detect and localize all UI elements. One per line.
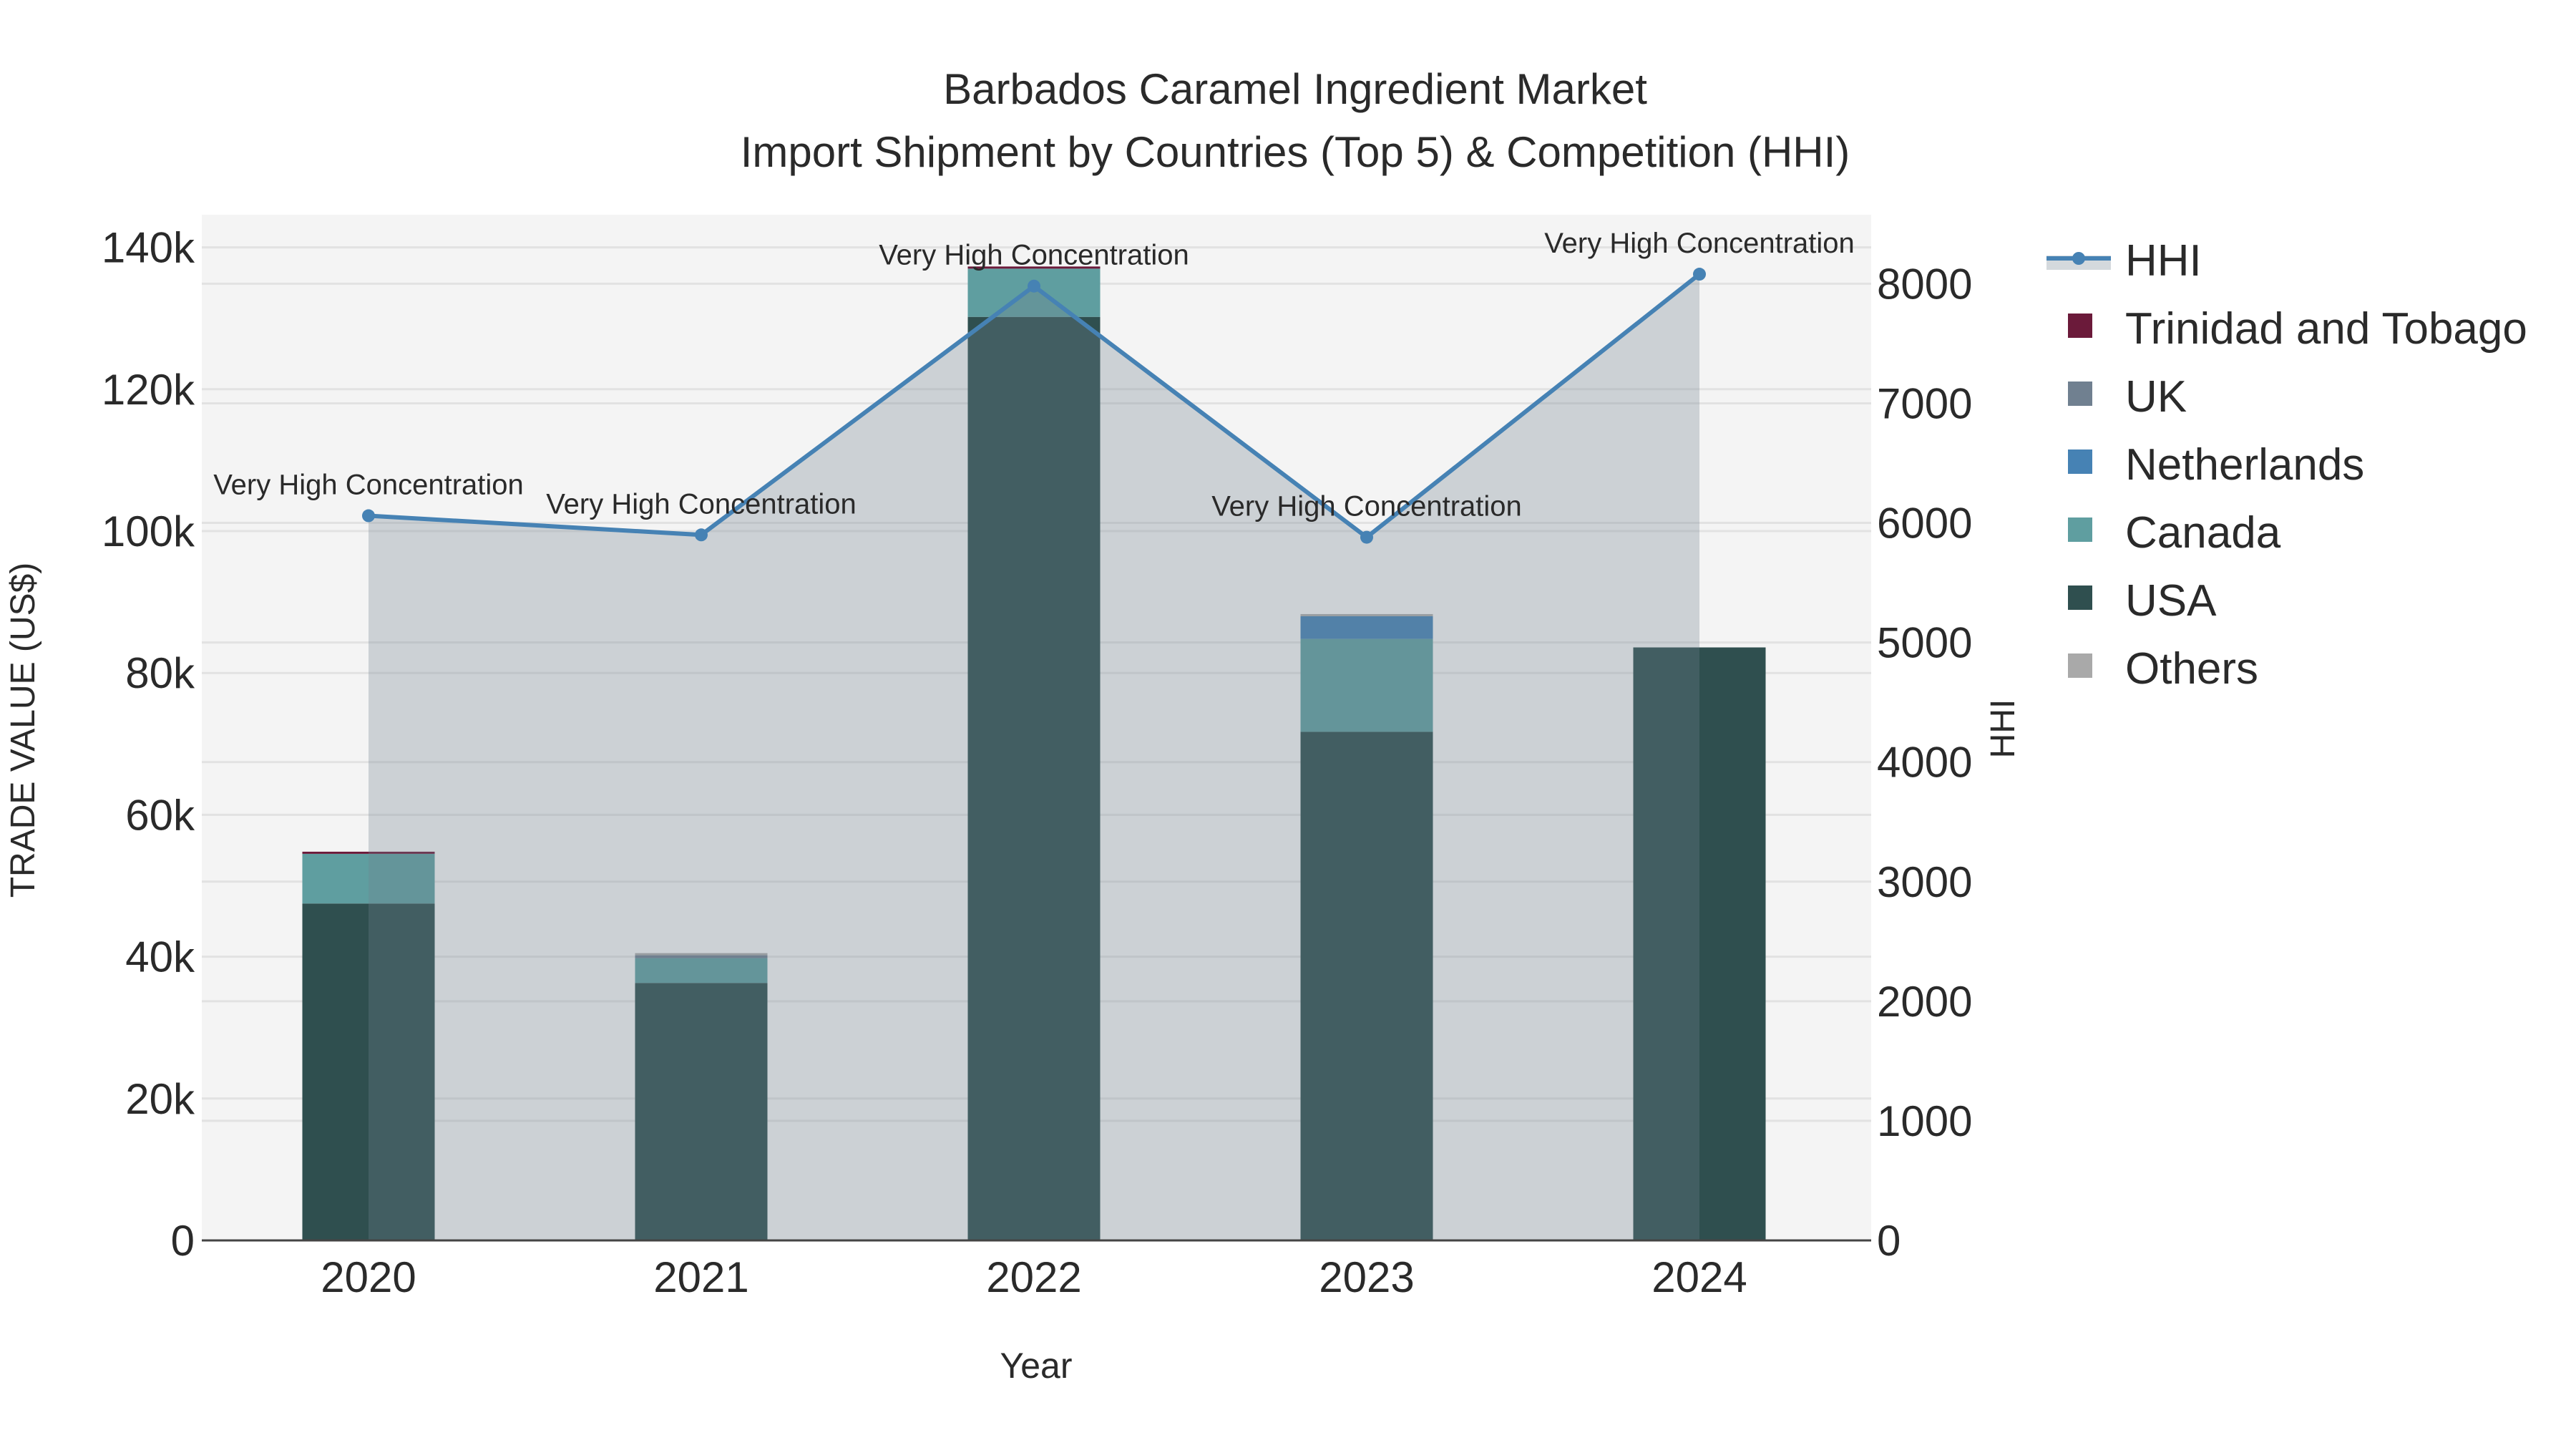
x-tick-label: 2021 [653, 1253, 748, 1301]
legend-label-netherlands: Netherlands [2125, 440, 2364, 490]
legend-swatch-canada [2068, 517, 2092, 542]
y2-tick-label: 7000 [1877, 379, 1972, 427]
y-tick-label: 80k [125, 649, 195, 697]
y-tick-label: 0 [171, 1217, 195, 1265]
legend-swatch-usa [2068, 585, 2092, 610]
chart-title-line2: Import Shipment by Countries (Top 5) & C… [741, 128, 1850, 176]
legend-swatch-uk [2068, 382, 2092, 406]
legend-swatch-trinidad-and-tobago [2068, 314, 2092, 338]
x-axis-ticks: 2020 2021 2022 2023 2024 [321, 1253, 1747, 1301]
legend-swatch-others [2068, 653, 2092, 678]
hhi-annotation: Very High Concentration [1544, 228, 1855, 259]
legend-label-trinidad-and-tobago: Trinidad and Tobago [2125, 304, 2527, 354]
y2-tick-label: 5000 [1877, 619, 1972, 667]
hhi-annotation: Very High Concentration [213, 470, 524, 501]
legend-swatch-hhi-marker [2072, 252, 2085, 265]
y-tick-label: 120k [102, 366, 195, 414]
y-tick-label: 100k [102, 507, 195, 555]
x-tick-label: 2023 [1319, 1253, 1414, 1301]
hhi-annotation: Very High Concentration [1211, 491, 1522, 523]
y-tick-label: 60k [125, 791, 195, 839]
chart: Very High Concentration Very High Concent… [4, 65, 2527, 1386]
hhi-annotation: Very High Concentration [546, 488, 857, 520]
y2-tick-label: 6000 [1877, 500, 1972, 548]
legend-label-canada: Canada [2125, 508, 2281, 558]
x-tick-label: 2024 [1652, 1253, 1747, 1301]
legend-label-uk: UK [2125, 372, 2187, 422]
legend-label-hhi: HHI [2125, 236, 2202, 286]
y2-axis-title: HHI [1984, 699, 2022, 759]
y2-tick-label: 3000 [1877, 858, 1972, 906]
y2-tick-label: 1000 [1877, 1097, 1972, 1145]
legend: HHI Trinidad and Tobago UK Netherlands Canad… [2046, 236, 2527, 694]
y2-axis-ticks: 0 1000 2000 3000 4000 5000 6000 7000 8000 [1877, 260, 1972, 1265]
y2-tick-label: 8000 [1877, 260, 1972, 308]
x-axis-title: Year [1000, 1346, 1072, 1386]
y-tick-label: 140k [102, 224, 195, 272]
x-tick-label: 2020 [321, 1253, 416, 1301]
y-axis-ticks: 0 20k 40k 60k 80k 100k 120k 140k [102, 224, 195, 1265]
y-tick-label: 40k [125, 933, 195, 981]
y2-tick-label: 4000 [1877, 739, 1972, 787]
hhi-annotation: Very High Concentration [879, 240, 1189, 271]
hhi-marker [1693, 268, 1706, 281]
chart-title-line1: Barbados Caramel Ingredient Market [943, 65, 1647, 113]
legend-swatch-netherlands [2068, 449, 2092, 474]
hhi-marker [695, 528, 708, 542]
legend-label-usa: USA [2125, 576, 2217, 626]
hhi-marker [1028, 279, 1040, 293]
legend-label-others: Others [2125, 644, 2258, 694]
y2-tick-label: 0 [1877, 1217, 1901, 1265]
hhi-marker [1360, 530, 1373, 544]
y-axis-title: TRADE VALUE (US$) [4, 563, 42, 898]
x-tick-label: 2022 [986, 1253, 1081, 1301]
y2-tick-label: 2000 [1877, 978, 1972, 1026]
y-tick-label: 20k [125, 1075, 195, 1123]
hhi-marker [362, 509, 375, 523]
